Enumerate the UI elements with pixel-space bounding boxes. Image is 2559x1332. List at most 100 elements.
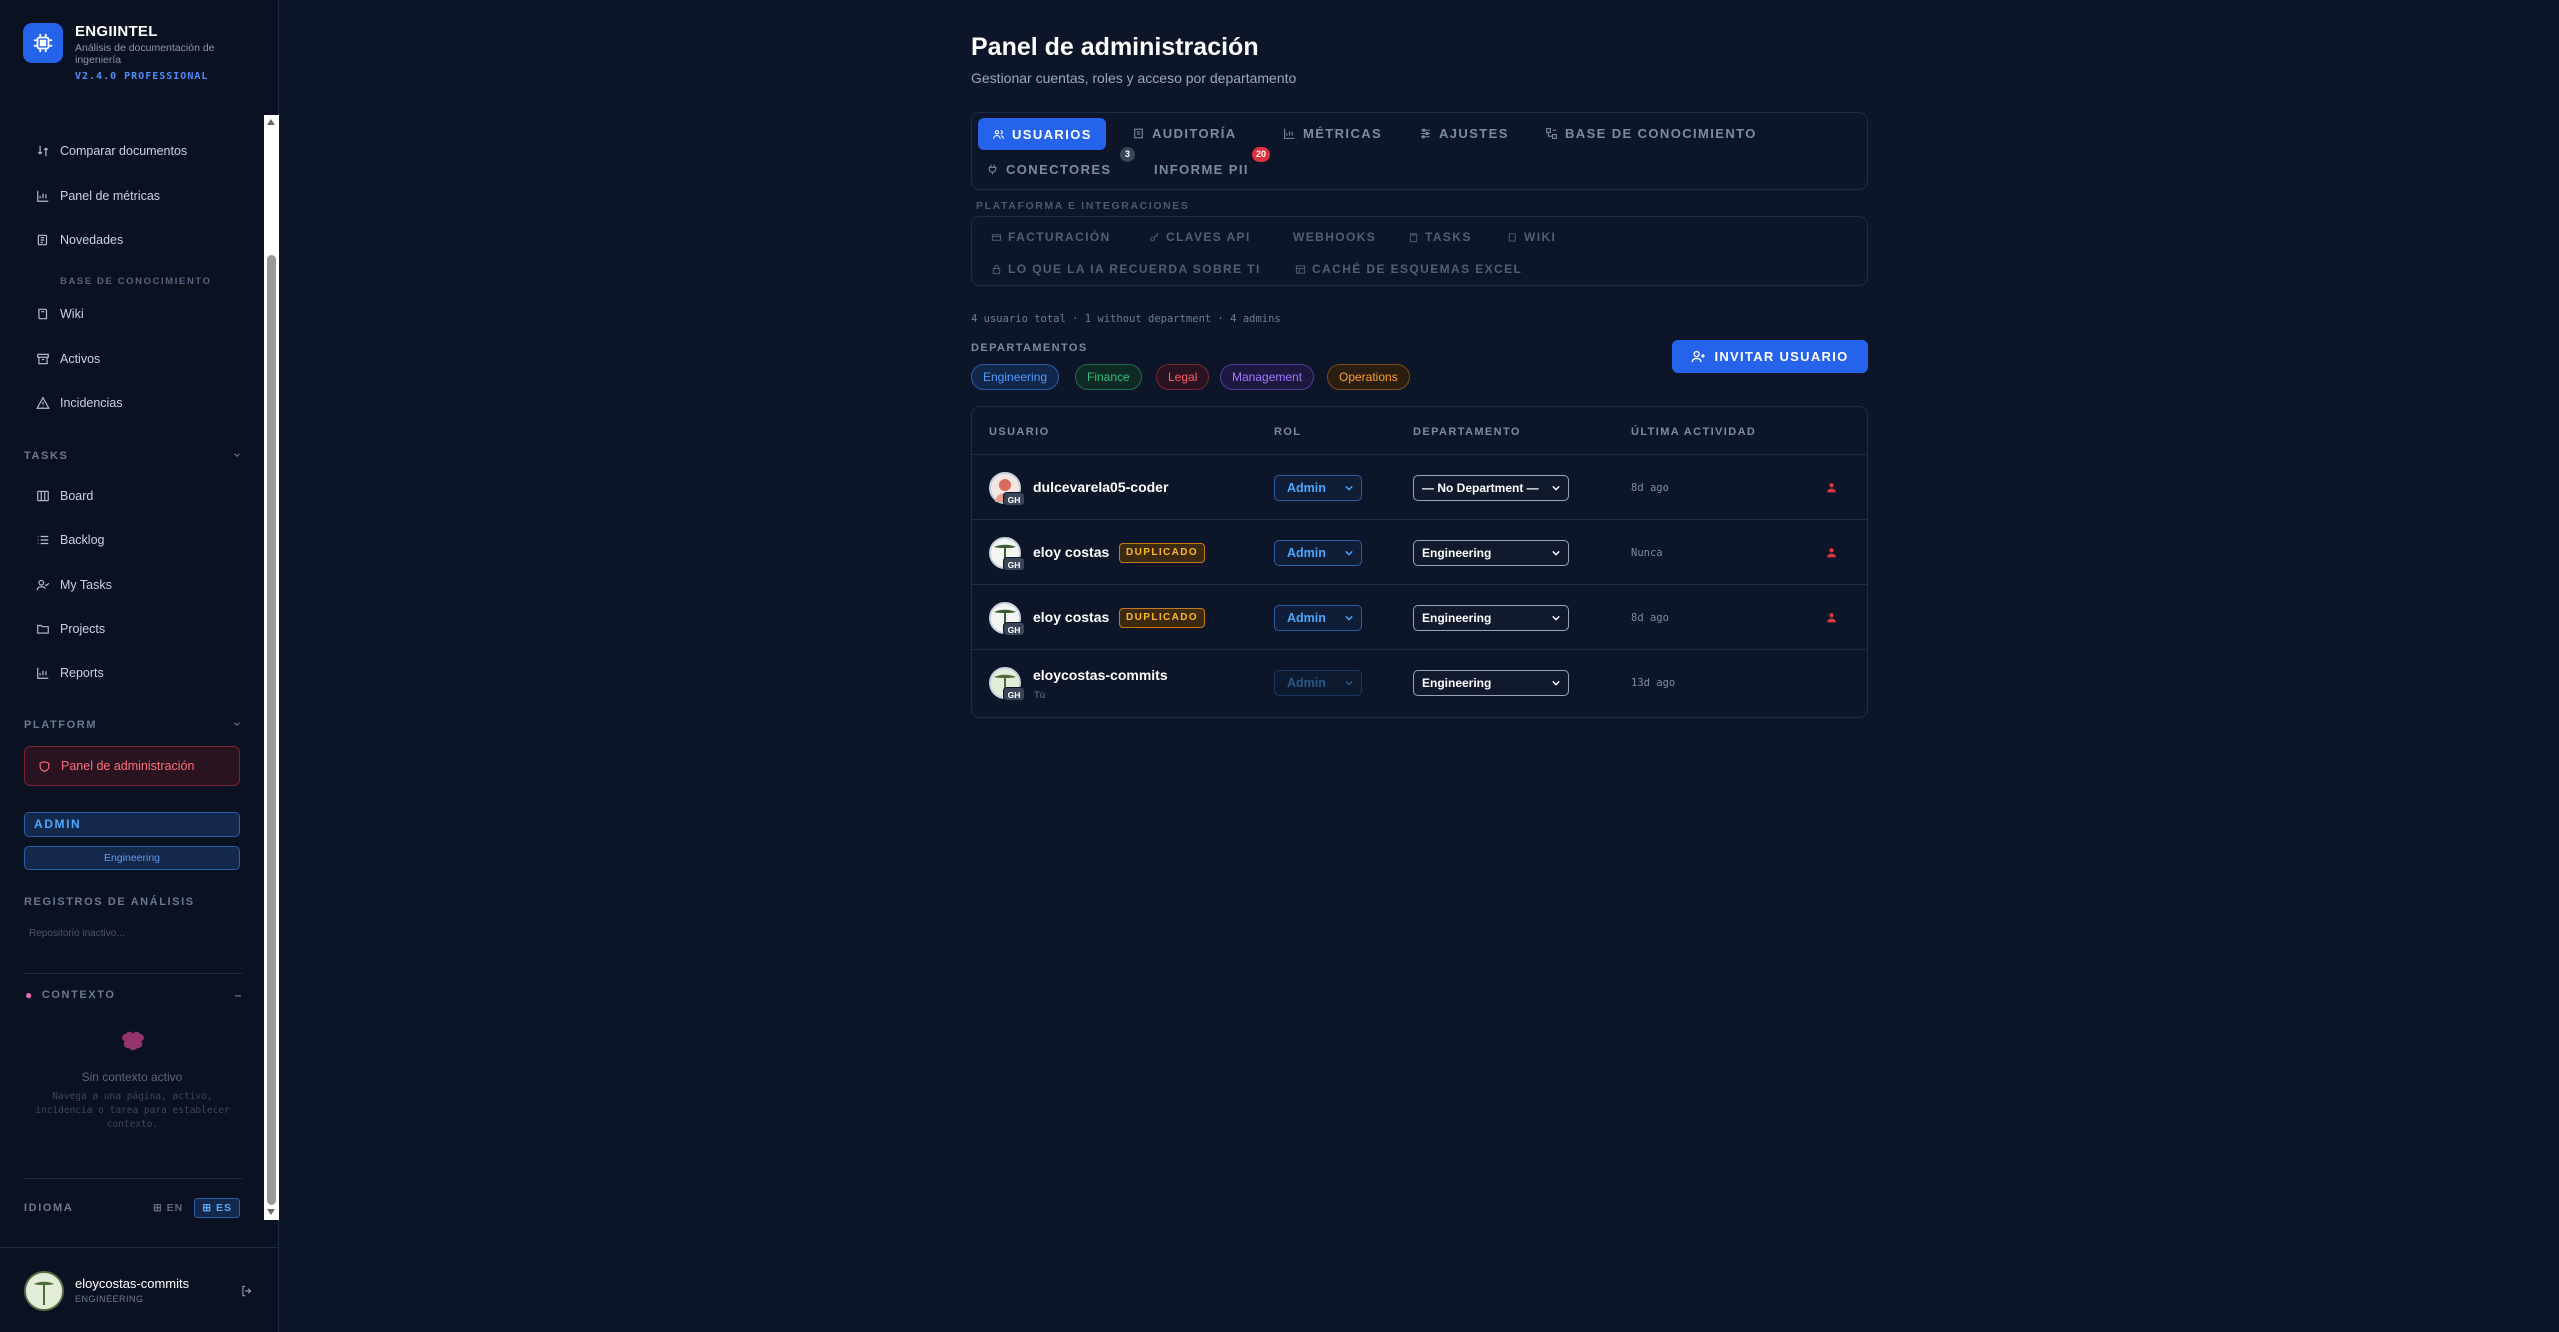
platform-section-header[interactable]: PLATFORM [24,719,242,731]
link-label: CACHÉ DE ESQUEMAS EXCEL [1312,262,1523,276]
department-select[interactable]: Engineering [1413,670,1569,696]
tab-audit[interactable]: AUDITORÍA [1118,118,1251,148]
role-value: Admin [1287,676,1326,690]
tab-label: INFORME PII [1154,161,1249,177]
department-value: — No Department — [1422,481,1539,495]
nav-wiki[interactable]: Wiki [24,299,246,329]
brand[interactable]: ENGIINTEL Análisis de documentación de i… [23,23,225,82]
link-label: CLAVES API [1166,230,1251,244]
department-chip-engineering[interactable]: Engineering [971,364,1060,390]
logs-label: REGISTROS DE ANÁLISIS [24,896,195,908]
link-webhooks[interactable]: WEBHOOKS [1293,230,1376,244]
tasks-section-header[interactable]: TASKS [24,450,242,462]
user-plus-icon [1692,350,1706,363]
page-subtitle: Gestionar cuentas, roles y acceso por de… [971,70,1297,86]
link-api-keys[interactable]: CLAVES API [1149,230,1251,244]
avatar[interactable] [24,1271,64,1311]
department-chip-legal[interactable]: Legal [1156,364,1210,390]
departments-label: DEPARTAMENTOS [971,342,1088,354]
language-switcher: IDIOMA ⊞ EN ⊞ ES [24,1198,240,1218]
invite-user-button[interactable]: INVITAR USUARIO [1672,340,1868,373]
nav-metrics-panel[interactable]: Panel de métricas [24,181,246,211]
shield-icon [39,760,50,772]
nav-backlog[interactable]: Backlog [24,525,246,555]
remove-user-icon[interactable] [1825,611,1838,624]
tab-connectors[interactable]: CONECTORES [972,154,1126,184]
department-chip-finance[interactable]: Finance [1075,364,1142,390]
tab-label: BASE DE CONOCIMIENTO [1565,125,1757,141]
column-header-user: USUARIO [989,426,1050,438]
role-value: Admin [1287,611,1326,625]
lock-icon [992,264,1001,274]
nav-compare-documents[interactable]: Comparar documentos [24,136,246,166]
department-chip-management[interactable]: Management [1220,364,1315,390]
remove-user-icon[interactable] [1825,481,1838,494]
nav-label: Novedades [60,233,124,247]
context-empty-desc: Navega a una página, activo, incidencia … [35,1091,230,1130]
tab-label: CONECTORES [1006,161,1112,177]
link-ai-memory[interactable]: LO QUE LA IA RECUERDA SOBRE TI [991,262,1261,276]
tab-label: MÉTRICAS [1303,125,1383,141]
tab-metrics[interactable]: MÉTRICAS [1269,118,1396,148]
department-select[interactable]: — No Department — [1413,475,1569,501]
role-select[interactable]: Admin [1274,475,1362,501]
platform-links: FACTURACIÓN CLAVES API WEBHOOKS TASKS WI… [971,216,1868,286]
nav-board[interactable]: Board [24,481,246,511]
scrollbar-thumb[interactable] [267,255,276,1205]
link-excel-schema-cache[interactable]: CACHÉ DE ESQUEMAS EXCEL [1295,262,1522,276]
context-header[interactable]: ● CONTEXTO – [25,988,243,1002]
users-summary: 4 usuario total · 1 without department ·… [971,313,1281,325]
nav-assets[interactable]: Activos [24,344,246,374]
role-select[interactable]: Admin [1274,540,1362,566]
nav-news[interactable]: Novedades [24,225,246,255]
connectors-count: 3 [1120,147,1135,162]
department-select[interactable]: Engineering [1413,605,1569,631]
lang-es-label: ES [215,1202,232,1214]
link-label: WIKI [1524,230,1557,244]
department-select[interactable]: Engineering [1413,540,1569,566]
tab-settings[interactable]: AJUSTES [1405,118,1523,148]
tab-users[interactable]: USUARIOS [978,118,1106,150]
nav-incidents[interactable]: Incidencias [24,388,246,418]
link-tasks[interactable]: TASKS [1408,230,1472,244]
table-icon [1295,264,1306,274]
role-select: Admin [1274,670,1362,696]
scroll-up-arrow[interactable] [267,119,275,125]
link-billing[interactable]: FACTURACIÓN [991,230,1111,244]
link-wiki[interactable]: WIKI [1507,230,1556,244]
sidebar-scrollbar[interactable] [264,115,279,1220]
department-chip-operations[interactable]: Operations [1327,364,1410,390]
role-select[interactable]: Admin [1274,605,1362,631]
link-label: WEBHOOKS [1293,230,1377,244]
scroll-down-arrow[interactable] [267,1209,275,1215]
lang-en-label: EN [166,1202,184,1214]
list-icon [37,535,49,545]
nav-my-tasks[interactable]: My Tasks [24,570,246,600]
users-table: USUARIO ROL DEPARTAMENTO ÚLTIMA ACTIVIDA… [971,406,1868,718]
nav-label: Comparar documentos [60,144,188,158]
chart-icon [37,190,49,202]
department-badge: Engineering [24,846,240,870]
logs-section-label: REGISTROS DE ANÁLISIS [24,896,242,908]
app-subtitle: Análisis de documentación de ingeniería [75,42,215,66]
remove-user-icon[interactable] [1825,546,1838,559]
collapse-toggle[interactable]: – [235,988,243,1002]
key-icon [1150,232,1159,241]
chevron-down-icon [1345,550,1353,556]
archive-icon [37,353,49,365]
nav-projects[interactable]: Projects [24,614,246,644]
nav-reports[interactable]: Reports [24,658,246,688]
nav-label: My Tasks [60,578,112,592]
table-row: GH dulcevarela05-coder Admin — No Depart… [972,454,1867,519]
scroll-icon [1134,128,1143,138]
user-name: eloycostas-commits [1033,667,1168,683]
chevron-down-icon [1552,485,1560,491]
logout-icon[interactable] [240,1284,254,1298]
tab-pii-report[interactable]: INFORME PII [1140,154,1263,184]
nav-admin-panel[interactable]: Panel de administración [24,746,240,786]
tab-knowledge-base[interactable]: BASE DE CONOCIMIENTO [1531,118,1771,148]
lang-es-button[interactable]: ⊞ ES [194,1198,240,1218]
lang-en-button[interactable]: ⊞ EN [146,1199,190,1217]
sidebar: ENGIINTEL Análisis de documentación de i… [0,0,279,1332]
avatar: GH [989,602,1025,636]
